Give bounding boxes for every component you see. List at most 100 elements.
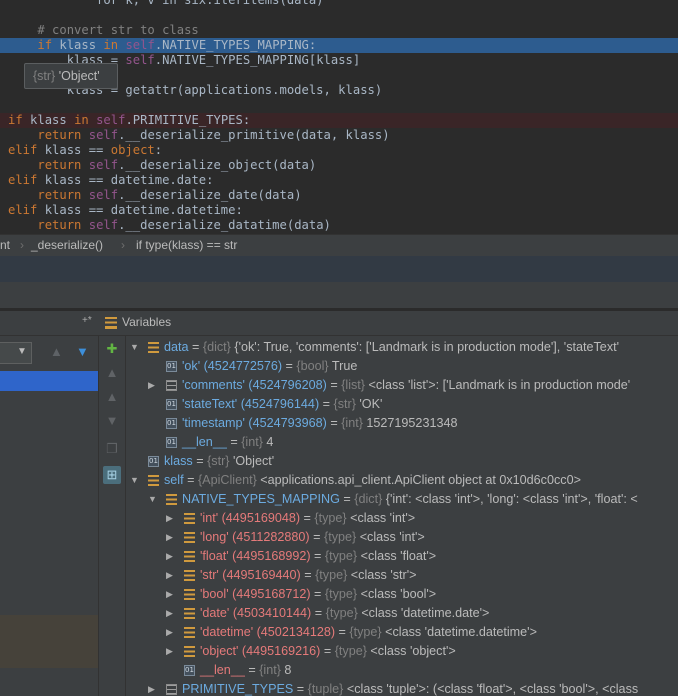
- code-line[interactable]: elif klass == datetime.date:: [0, 173, 678, 188]
- variable-row[interactable]: ▶ 'int' (4495169048) = {type} <class 'int…: [126, 509, 678, 528]
- variable-eq: =: [309, 530, 324, 544]
- code-line[interactable]: # convert str to class: [0, 23, 678, 38]
- restore-layout-icon[interactable]: ⊞: [103, 466, 121, 484]
- breadcrumb-separator-icon: ›: [121, 238, 125, 252]
- variable-name: 'comments' (4524796208): [182, 378, 327, 392]
- variable-row[interactable]: 01 'stateText' (4524796144) = {str} 'OK': [126, 395, 678, 414]
- collapse-icon[interactable]: ▲: [103, 388, 121, 406]
- chevron-right-icon[interactable]: ▶: [166, 585, 176, 604]
- chevron-right-icon[interactable]: ▶: [166, 509, 176, 528]
- code-line[interactable]: if klass in self.PRIMITIVE_TYPES:: [0, 113, 678, 128]
- code-line[interactable]: [0, 8, 678, 23]
- code-token: if: [37, 38, 53, 52]
- variable-val: <class 'int'>: [356, 530, 425, 544]
- variable-row[interactable]: ▼ NATIVE_TYPES_MAPPING = {dict} {'int': <…: [126, 490, 678, 509]
- variable-row[interactable]: ▶ 'datetime' (4502134128) = {type} <class…: [126, 623, 678, 642]
- chevron-right-icon[interactable]: ▶: [166, 566, 176, 585]
- object-icon: [184, 532, 195, 543]
- tool-window-strip: [0, 256, 678, 282]
- code-line[interactable]: elif klass == object:: [0, 143, 678, 158]
- code-editor[interactable]: for k, v in six.iteritems(data) # conver…: [0, 0, 678, 234]
- variable-row[interactable]: 01 'ok' (4524772576) = {bool} True: [126, 357, 678, 376]
- code-line[interactable]: return self.__deserialize_date(data): [0, 188, 678, 203]
- chevron-right-icon[interactable]: ▶: [166, 623, 176, 642]
- variable-val: 1527195231348: [362, 416, 458, 430]
- object-icon: [184, 570, 195, 581]
- variable-row[interactable]: 01 'timestamp' (4524793968) = {int} 15271…: [126, 414, 678, 433]
- variable-eq: =: [300, 568, 316, 582]
- variable-row[interactable]: ▶ PRIMITIVE_TYPES = {tuple} <class 'tuple…: [126, 680, 678, 696]
- code-line[interactable]: for k, v in six.iteritems(data): [0, 0, 678, 8]
- variable-icon: 01: [166, 399, 177, 410]
- code-line[interactable]: [0, 98, 678, 113]
- variable-row[interactable]: 01 klass = {str} 'Object': [126, 452, 678, 471]
- variable-row[interactable]: 01 __len__ = {int} 4: [126, 433, 678, 452]
- panel-gap: [0, 282, 678, 308]
- variable-val: 'Object': [229, 454, 275, 468]
- variable-name: __len__: [182, 435, 227, 449]
- variable-row[interactable]: ▶ 'long' (4511282880) = {type} <class 'in…: [126, 528, 678, 547]
- frame-highlight[interactable]: [0, 615, 98, 668]
- code-line[interactable]: return self.__deserialize_primitive(data…: [0, 128, 678, 143]
- code-token: .__deserialize_object(data): [118, 158, 317, 172]
- breadcrumb-separator-icon: ›: [20, 238, 24, 252]
- chevron-right-icon[interactable]: ▶: [166, 528, 176, 547]
- chevron-right-icon[interactable]: ▶: [166, 547, 176, 566]
- breadcrumb-item[interactable]: if type(klass) == str: [136, 235, 237, 256]
- variable-text: klass = {str} 'Object': [164, 452, 274, 471]
- code-line[interactable]: elif klass == datetime.datetime:: [0, 203, 678, 218]
- object-icon: [184, 589, 195, 600]
- code-token: # convert str to class: [8, 23, 199, 37]
- code-token: elif: [8, 203, 38, 217]
- variable-icon: 01: [148, 456, 159, 467]
- variable-text: __len__ = {int} 8: [200, 661, 291, 680]
- variable-row[interactable]: ▼ self = {ApiClient} <applications.api_cl…: [126, 471, 678, 490]
- variable-row[interactable]: ▶ 'comments' (4524796208) = {list} <class…: [126, 376, 678, 395]
- arrow-down-icon[interactable]: ▼: [76, 344, 89, 359]
- variable-row[interactable]: 01 __len__ = {int} 8: [126, 661, 678, 680]
- chevron-right-icon[interactable]: ▶: [166, 642, 176, 661]
- variable-row[interactable]: ▼ data = {dict} {'ok': True, 'comments': …: [126, 338, 678, 357]
- variable-eq: =: [226, 435, 242, 449]
- variable-val: 8: [280, 663, 292, 677]
- code-token: .PRIMITIVE_TYPES:: [125, 113, 251, 127]
- expand-icon[interactable]: ▲: [103, 364, 121, 382]
- thread-selector[interactable]: ▼: [0, 342, 32, 364]
- code-token: for k, v in six.iteritems(data): [8, 0, 324, 7]
- arrow-down-icon[interactable]: ▼: [103, 412, 121, 430]
- code-token: elif: [8, 173, 38, 187]
- chevron-right-icon[interactable]: ▶: [148, 680, 158, 696]
- variable-row[interactable]: ▶ 'object' (4495169216) = {type} <class '…: [126, 642, 678, 661]
- chevron-down-icon[interactable]: ▼: [148, 490, 158, 509]
- breadcrumb-item[interactable]: _deserialize(): [31, 235, 103, 256]
- variable-type: {ApiClient}: [197, 473, 257, 487]
- breadcrumb-item[interactable]: nt: [0, 235, 10, 256]
- variable-text: data = {dict} {'ok': True, 'comments': […: [164, 338, 619, 357]
- variable-text: 'datetime' (4502134128) = {type} <class …: [200, 623, 537, 642]
- variable-row[interactable]: ▶ 'bool' (4495168712) = {type} <class 'bo…: [126, 585, 678, 604]
- object-icon: [184, 608, 195, 619]
- variable-text: 'date' (4503410144) = {type} <class 'dat…: [200, 604, 489, 623]
- variable-text: 'long' (4511282880) = {type} <class 'int…: [200, 528, 425, 547]
- chevron-down-icon[interactable]: ▼: [130, 338, 140, 357]
- add-watch-icon[interactable]: ✚: [103, 340, 121, 358]
- copy-icon[interactable]: ❐: [103, 440, 121, 458]
- code-line[interactable]: return self.__deserialize_object(data): [0, 158, 678, 173]
- variable-text: 'float' (4495168992) = {type} <class 'fl…: [200, 547, 436, 566]
- pin-icon[interactable]: +*: [82, 315, 92, 326]
- chevron-down-icon[interactable]: ▼: [130, 471, 140, 490]
- arrow-up-icon[interactable]: ▲: [50, 344, 63, 359]
- code-token: in: [74, 113, 89, 127]
- variable-eq: =: [339, 492, 355, 506]
- code-line[interactable]: if klass in self.NATIVE_TYPES_MAPPING:: [0, 38, 678, 53]
- object-icon: [148, 342, 159, 353]
- code-line[interactable]: return self.__deserialize_datatime(data): [0, 218, 678, 233]
- variable-row[interactable]: ▶ 'float' (4495168992) = {type} <class 'f…: [126, 547, 678, 566]
- chevron-right-icon[interactable]: ▶: [166, 604, 176, 623]
- variable-row[interactable]: ▶ 'str' (4495169440) = {type} <class 'str…: [126, 566, 678, 585]
- chevron-right-icon[interactable]: ▶: [148, 376, 158, 395]
- selected-frame[interactable]: [0, 371, 98, 391]
- frames-pane: ▼ ▲ ▼: [0, 336, 99, 696]
- variable-row[interactable]: ▶ 'date' (4503410144) = {type} <class 'da…: [126, 604, 678, 623]
